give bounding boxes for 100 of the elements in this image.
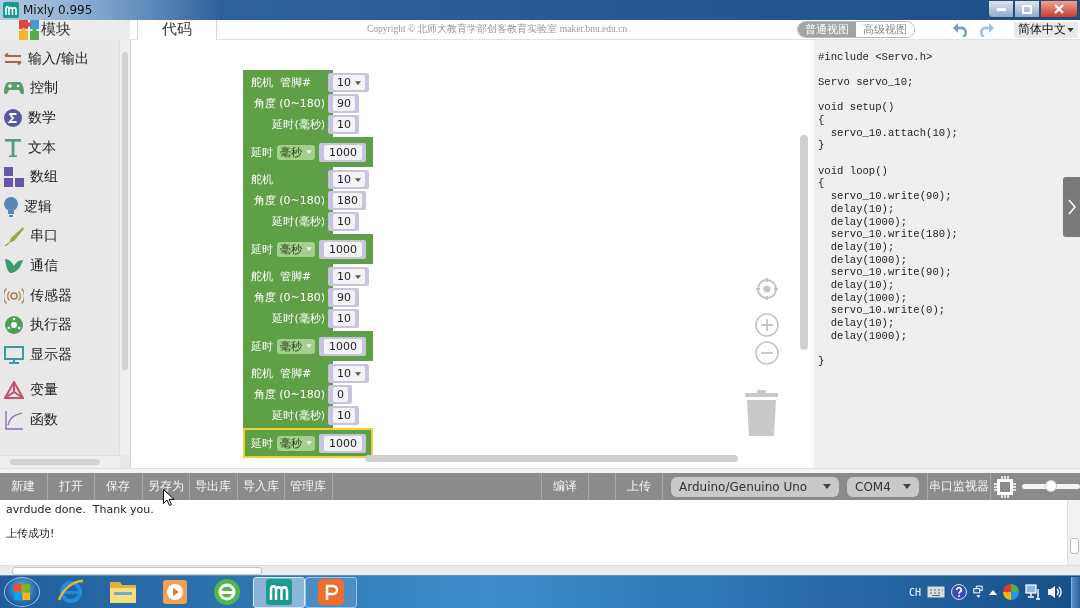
sidebar-item[interactable]: 数学 [0,103,119,133]
keyboard-icon[interactable] [927,586,945,598]
servo-block[interactable]: 舵机 管脚# 10 角度 (0~180) 90 延时(毫秒) 10 [243,264,371,331]
block-label: 角度 (0~180) [253,290,325,305]
number-field[interactable]: 1000 [324,144,362,160]
code-line: Servo servo_10; [818,75,914,89]
servo-block[interactable]: 舵机 管脚# 10 角度 (0~180) 90 延时(毫秒) 10 [243,70,371,137]
board-select[interactable]: Arduino/Genuino Uno [671,476,839,497]
unit-dropdown[interactable]: 毫秒 [277,241,315,257]
code-line: void loop() [818,164,888,178]
block-label: 延时 [251,435,273,451]
network-icon[interactable] [1025,584,1041,600]
arrows-icon [4,52,22,65]
sidebar-item[interactable]: 显示器 [0,339,119,370]
number-field[interactable]: 180 [333,193,362,208]
sidebar-item[interactable]: 控制 [0,73,119,104]
browser-icon [57,578,85,606]
number-field[interactable]: 1000 [324,435,362,451]
circle-logo-icon [214,579,240,605]
sidebar-item[interactable]: 传感器 [0,280,119,311]
pin-dropdown[interactable]: 10 [333,366,365,381]
taskbar-app[interactable] [305,576,357,608]
sidebar-item[interactable]: 输入/输出 [0,44,119,74]
play-icon [163,580,187,604]
two-windows-icon[interactable] [973,585,983,599]
unit-dropdown[interactable]: 毫秒 [277,338,315,354]
caret-icon [306,441,312,445]
code-line: void setup() [818,101,895,115]
number-field[interactable]: 10 [333,214,355,229]
number-field[interactable]: 90 [333,290,355,305]
code-line: delay(1000); [829,253,907,267]
number-field[interactable]: 10 [333,117,355,132]
pin-dropdown[interactable]: 10 [333,269,365,284]
block-label: 舵机 [251,75,273,90]
sidebar-item[interactable]: 串口 [0,221,119,252]
minimize-button[interactable] [988,0,1014,18]
block-label: 延时 [251,144,273,160]
input-language-indicator[interactable]: CH [908,586,921,598]
close-button[interactable] [1040,0,1078,18]
horizontal-scrollbar[interactable] [0,455,120,468]
sidebar-item[interactable]: 文本 [0,132,119,163]
pin-dropdown[interactable]: 10 [333,75,365,90]
number-field[interactable]: 90 [333,96,355,111]
vertical-scrollbar[interactable] [800,135,808,350]
chevron-right-icon [1067,199,1076,215]
caret-icon [306,344,312,348]
help-icon[interactable] [951,584,967,600]
maximize-button[interactable] [1014,0,1040,18]
t-shape-icon [4,137,22,158]
copyright-text: Copyright © 北师大教育学部创客教育实验室 maker.bnu.edu.cn [367,23,628,36]
speaker-icon[interactable] [1047,585,1063,599]
pen-icon [4,226,24,247]
caret-icon [823,484,831,489]
language-select[interactable]: 简体中文 [1014,21,1078,38]
ball-icon[interactable] [1003,584,1019,600]
sidebar-item[interactable]: 数组 [0,162,119,192]
code-line: delay(10); [829,240,895,254]
console-line: 上传成功! [6,527,55,540]
unit-dropdown[interactable]: 毫秒 [277,144,315,160]
port-select[interactable]: COM4 [847,476,919,497]
sidebar-item[interactable]: 逻辑 [0,191,119,222]
tab[interactable]: 模块 [0,19,130,40]
sidebar-item[interactable]: 执行器 [0,310,119,340]
delay-block[interactable]: 延时 毫秒 1000 [243,137,373,167]
sidebar-item[interactable]: 函数 [0,405,119,435]
code-line: delay(10); [829,317,895,330]
delay-block[interactable]: 延时 毫秒 1000 [243,234,373,264]
servo-block[interactable]: 舵机 10 角度 (0~180) 180 延时(毫秒) 10 [243,167,371,234]
tab[interactable]: 代码 [137,19,217,40]
horizontal-scrollbar[interactable] [0,565,1080,575]
undo-icon [953,22,969,37]
horizontal-scrollbar[interactable] [365,455,738,462]
chevron-up-icon[interactable] [989,589,997,595]
caret-icon [903,484,911,489]
number-field[interactable]: 10 [333,311,355,326]
show-desktop-button[interactable] [1071,576,1080,608]
code-line: } [818,355,825,368]
number-field[interactable]: 10 [333,408,355,423]
caret-icon [1067,27,1074,32]
sidebar-item[interactable]: 变量 [0,375,119,406]
chip-icon[interactable] [994,475,1016,498]
delay-block[interactable]: 延时 毫秒 1000 [243,428,373,458]
pin-dropdown[interactable]: 10 [333,172,365,187]
block-label: 角度 (0~180) [253,96,325,111]
sidebar-item[interactable]: 通信 [0,251,119,281]
number-field[interactable]: 1000 [324,241,362,257]
signal-waves-icon [4,285,24,306]
collapse-panel-button[interactable] [1063,177,1080,237]
number-field[interactable]: 0 [333,387,348,402]
vertical-scrollbar[interactable] [119,40,130,455]
delay-block[interactable]: 延时 毫秒 1000 [243,331,373,361]
slider-thumb[interactable] [1045,480,1057,492]
number-field[interactable]: 1000 [324,338,362,354]
unit-dropdown[interactable]: 毫秒 [277,435,315,451]
caret-icon [306,150,312,154]
servo-block[interactable]: 舵机 管脚# 10 角度 (0~180) 0 延时(毫秒) 10 [243,361,371,428]
start-button[interactable] [4,577,40,607]
undo-button[interactable] [953,22,969,37]
vertical-scrollbar[interactable] [1067,500,1080,565]
monitor-icon [4,345,24,364]
